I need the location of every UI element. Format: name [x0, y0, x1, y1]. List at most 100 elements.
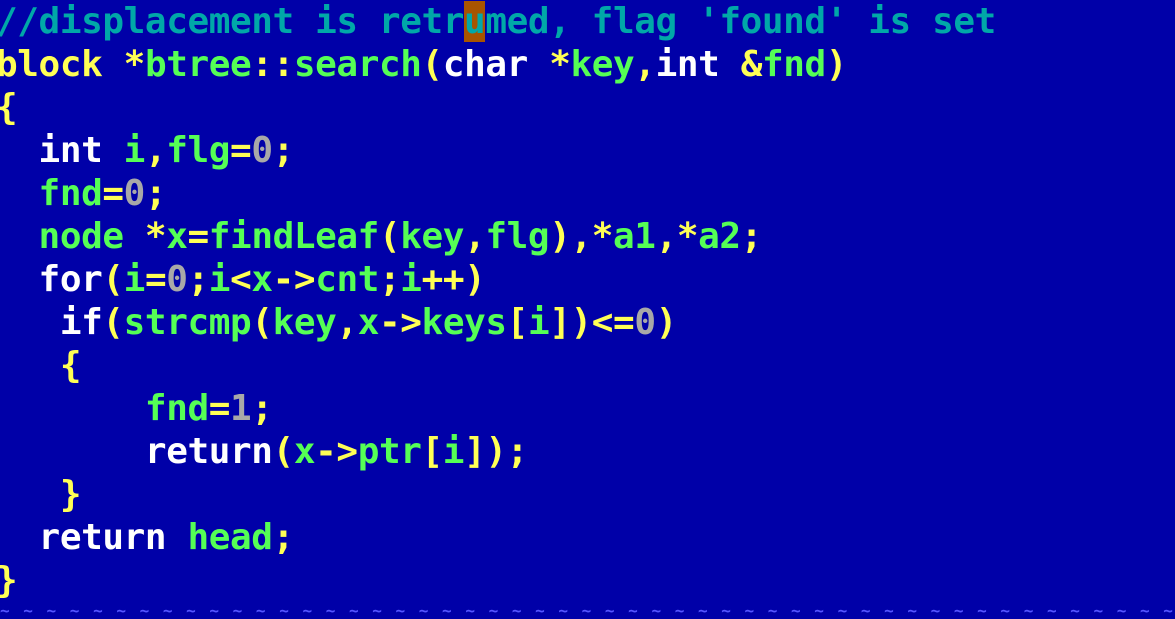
- code-token: key: [400, 216, 465, 257]
- code-token: i: [400, 259, 422, 300]
- code-line[interactable]: fnd=0;: [0, 172, 167, 215]
- code-token: (: [102, 259, 124, 300]
- code-token: i: [208, 259, 231, 300]
- code-token: (: [378, 216, 401, 257]
- code-token: fnd: [761, 44, 826, 85]
- code-token: ->: [315, 431, 358, 472]
- code-line[interactable]: //displacement is retrumed, flag 'found'…: [0, 0, 996, 43]
- code-token: ;: [740, 216, 763, 257]
- code-token: ;: [379, 259, 401, 300]
- code-token: findLeaf: [208, 216, 380, 257]
- code-token: ): [655, 302, 678, 343]
- code-token: x: [293, 431, 316, 472]
- code-token: i: [123, 130, 146, 171]
- code-token: flg: [485, 216, 550, 257]
- code-token: 0: [634, 302, 656, 343]
- code-line[interactable]: node *x=findLeaf(key,flg),*a1,*a2;: [0, 215, 763, 258]
- code-token: ::: [251, 44, 294, 85]
- code-token: //displacement is retr: [0, 1, 465, 42]
- code-token: 0: [123, 173, 146, 214]
- code-token: (: [421, 44, 444, 85]
- code-token: (: [102, 302, 124, 343]
- code-token: ])<=: [549, 302, 635, 343]
- code-line[interactable]: {: [0, 344, 82, 387]
- code-line[interactable]: return head;: [0, 516, 295, 559]
- code-token: block: [0, 44, 124, 85]
- code-token: (: [272, 431, 295, 472]
- code-token: if: [0, 302, 103, 343]
- code-token: strcmp: [123, 302, 252, 343]
- code-token: keys: [421, 302, 508, 343]
- code-token: btree: [144, 44, 252, 85]
- code-line[interactable]: return(x->ptr[i]);: [0, 430, 528, 473]
- code-token: fnd: [0, 173, 103, 214]
- code-token: x: [166, 216, 188, 257]
- code-token: ]);: [464, 431, 528, 472]
- code-token: 0: [251, 130, 273, 171]
- code-token: ;: [187, 259, 210, 300]
- code-token: return: [0, 431, 273, 472]
- code-token: =: [187, 216, 209, 257]
- code-token: return: [0, 517, 188, 558]
- code-token: flg: [166, 130, 231, 171]
- code-line[interactable]: if(strcmp(key,x->keys[i])<=0): [0, 301, 677, 344]
- code-token: ;: [144, 173, 167, 214]
- code-token: ->: [378, 302, 422, 343]
- code-token: search: [293, 44, 422, 85]
- code-token: }: [0, 560, 18, 601]
- code-token: ): [825, 44, 848, 85]
- code-token: *: [144, 216, 167, 257]
- code-token: char: [442, 44, 550, 85]
- code-token: =: [230, 130, 252, 171]
- code-token: x: [251, 259, 273, 300]
- code-token: i: [527, 302, 550, 343]
- code-token: 1: [230, 388, 252, 429]
- code-token: ->: [272, 259, 316, 300]
- text-cursor: u: [464, 1, 486, 42]
- code-token: i: [442, 431, 465, 472]
- code-token: fnd: [0, 388, 209, 429]
- code-token: ;: [272, 130, 295, 171]
- code-token: ,: [336, 302, 358, 343]
- code-token: node: [0, 216, 145, 257]
- code-token: x: [357, 302, 380, 343]
- code-token: *: [549, 44, 571, 85]
- code-line[interactable]: block *btree::search(char *key,int &fnd): [0, 43, 847, 86]
- code-line[interactable]: for(i=0;i<x->cnt;i++): [0, 258, 486, 301]
- code-token: {: [0, 87, 18, 128]
- code-token: key: [272, 302, 337, 343]
- code-token: int: [0, 130, 124, 171]
- code-token: ++): [421, 259, 486, 300]
- empty-line-markers: ~ ~ ~ ~ ~ ~ ~ ~ ~ ~ ~ ~ ~ ~ ~ ~ ~ ~ ~ ~ …: [0, 602, 1175, 619]
- code-token: (: [251, 302, 273, 343]
- code-token: ,: [634, 44, 656, 85]
- code-line[interactable]: }: [0, 559, 18, 602]
- code-line[interactable]: int i,flg=0;: [0, 129, 295, 172]
- code-token: =: [144, 259, 167, 300]
- code-token: *: [591, 216, 614, 257]
- code-token: ptr: [357, 431, 422, 472]
- code-editor[interactable]: //displacement is retrumed, flag 'found'…: [0, 0, 1175, 619]
- code-token: {: [0, 345, 82, 386]
- code-token: *: [676, 216, 699, 257]
- code-token: cnt: [315, 259, 380, 300]
- code-line[interactable]: fnd=1;: [0, 387, 273, 430]
- code-token: *: [123, 44, 146, 85]
- code-line[interactable]: }: [0, 473, 82, 516]
- code-token: i: [123, 259, 146, 300]
- code-token: head: [187, 517, 273, 558]
- code-token: [: [421, 431, 444, 472]
- code-token: <: [230, 259, 252, 300]
- code-token: a1: [613, 216, 656, 257]
- code-line[interactable]: {: [0, 86, 18, 129]
- code-token: key: [570, 44, 635, 85]
- code-token: ),: [549, 216, 592, 257]
- code-token: a2: [698, 216, 741, 257]
- code-token: 0: [166, 259, 188, 300]
- code-token: ,: [464, 216, 486, 257]
- code-token: ,: [144, 130, 167, 171]
- code-token: ;: [251, 388, 273, 429]
- code-token: ;: [272, 517, 295, 558]
- code-token: }: [0, 474, 82, 515]
- code-token: int: [655, 44, 741, 85]
